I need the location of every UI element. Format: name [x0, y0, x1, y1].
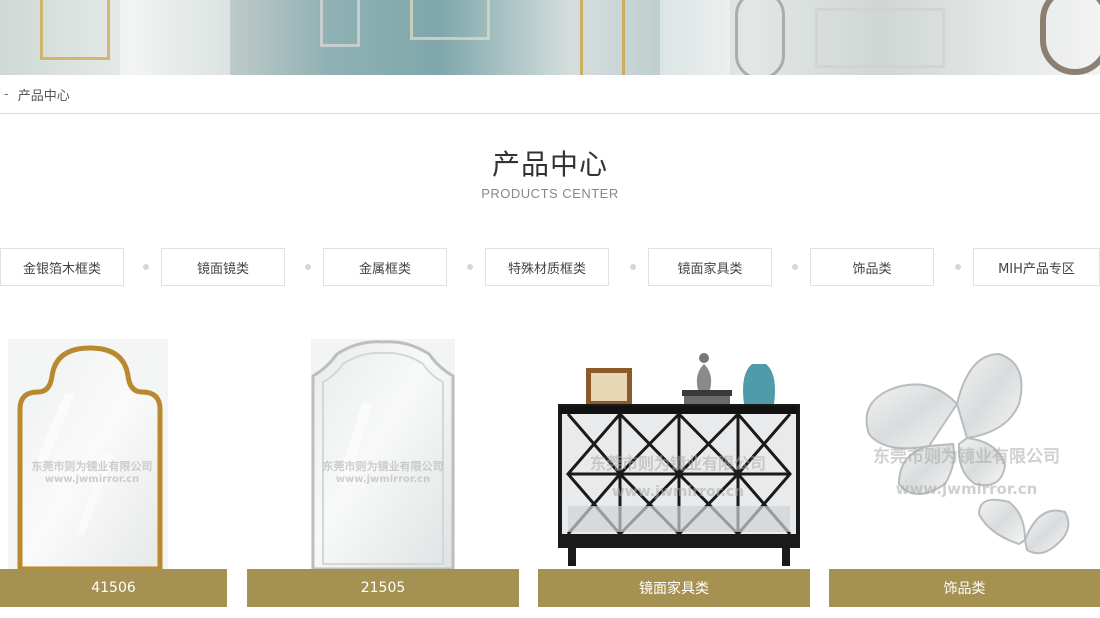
category-divider-dot [792, 264, 798, 270]
product-card[interactable]: 东莞市则为镜业有限公司 www.jwmirror.cn 41506 [0, 334, 227, 607]
category-tab-special-material[interactable]: 特殊材质框类 [485, 248, 609, 286]
product-image-butterfly-mirrors: 东莞市则为镜业有限公司 www.jwmirror.cn [829, 334, 1100, 569]
watermark-url: www.jwmirror.cn [895, 480, 1038, 498]
product-image-beveled-mirror: 东莞市则为镜业有限公司 www.jwmirror.cn [247, 334, 519, 571]
category-tab-accessories[interactable]: 饰品类 [810, 248, 934, 286]
category-tab-mirror-glass[interactable]: 镜面镜类 [161, 248, 285, 286]
product-caption[interactable]: 镜面家具类 [538, 569, 810, 607]
breadcrumb-current[interactable]: 产品中心 [18, 85, 70, 104]
top-banner-image [0, 0, 1100, 75]
category-divider-dot [955, 264, 961, 270]
page-subtitle: PRODUCTS CENTER [481, 186, 619, 201]
page-title: 产品中心 [491, 148, 608, 181]
watermark-company: 东莞市则为镜业有限公司 [873, 447, 1060, 467]
product-card[interactable]: 东莞市则为镜业有限公司 www.jwmirror.cn 饰品类 [829, 334, 1100, 607]
category-tab-mirror-furniture[interactable]: 镜面家具类 [648, 248, 772, 286]
product-card[interactable]: 东莞市则为镜业有限公司 www.jwmirror.cn 镜面家具类 [538, 334, 810, 607]
product-caption[interactable]: 21505 [247, 569, 519, 607]
watermark-url: www.jwmirror.cn [44, 474, 140, 485]
breadcrumb: - 产品中心 [0, 75, 1100, 114]
watermark-url: www.jwmirror.cn [335, 474, 431, 485]
product-card[interactable]: 东莞市则为镜业有限公司 www.jwmirror.cn 21505 [247, 334, 519, 607]
product-caption[interactable]: 饰品类 [829, 569, 1100, 607]
category-divider-dot [630, 264, 636, 270]
watermark-url: www.jwmirror.cn [611, 484, 745, 500]
category-divider-dot [467, 264, 473, 270]
category-tab-gold-silver-leaf[interactable]: 金银箔木框类 [0, 248, 124, 286]
category-divider-dot [305, 264, 311, 270]
watermark-company: 东莞市则为镜业有限公司 [589, 454, 766, 473]
product-caption[interactable]: 41506 [0, 569, 227, 607]
watermark-company: 东莞市则为镜业有限公司 [322, 460, 444, 473]
watermark-company: 东莞市则为镜业有限公司 [31, 460, 153, 473]
breadcrumb-separator: - [4, 86, 9, 102]
category-divider-dot [143, 264, 149, 270]
product-image-mirrored-cabinet: 东莞市则为镜业有限公司 www.jwmirror.cn [538, 334, 810, 569]
product-image-arched-gold-mirror: 东莞市则为镜业有限公司 www.jwmirror.cn [0, 334, 227, 572]
category-tab-metal-frame[interactable]: 金属框类 [323, 248, 447, 286]
category-tab-mih-products[interactable]: MIH产品专区 [973, 248, 1100, 286]
